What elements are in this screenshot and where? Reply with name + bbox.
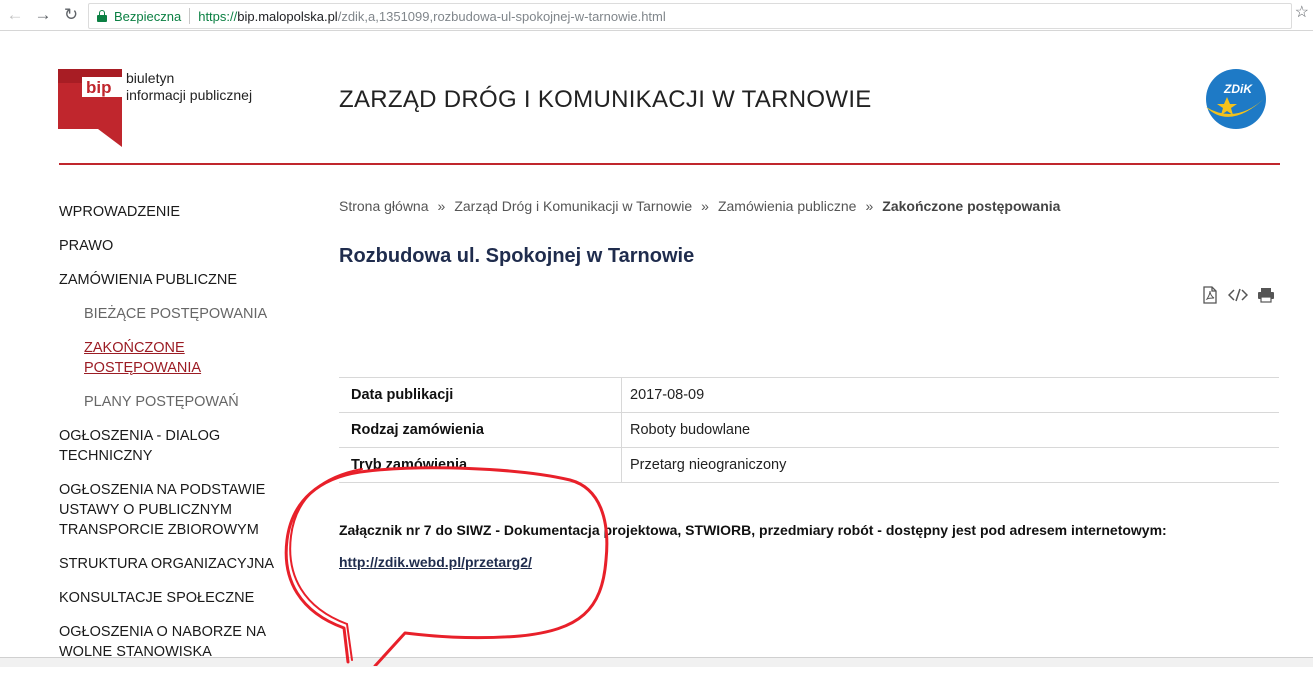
breadcrumb-separator: » [865,198,874,214]
sidebar-item-plany-postepowan[interactable]: PLANY POSTĘPOWAŃ [59,392,289,412]
breadcrumb: Strona główna » Zarząd Dróg i Komunikacji … [339,198,1060,214]
sidebar-item-nabor[interactable]: OGŁOSZENIA O NABORZE NA WOLNE STANOWISKA [59,622,289,662]
reload-icon[interactable]: ↻ [60,4,82,26]
table-row: Rodzaj zamówienia Roboty budowlane [339,412,1279,448]
article-tools [1200,285,1276,305]
bip-text-line1: biuletyn [126,70,175,86]
attachment-note: Załącznik nr 7 do SIWZ - Dokumentacja pr… [339,522,1167,538]
secure-label: Bezpieczna [114,8,182,24]
meta-value: Przetarg nieograniczony [630,457,787,473]
table-row: Tryb zamówienia Przetarg nieograniczony [339,447,1279,483]
pdf-icon[interactable] [1200,285,1220,305]
site-title[interactable]: ZARZĄD DRÓG I KOMUNIKACJI W TARNOWIE [339,86,872,114]
meta-key: Tryb zamówienia [339,447,622,483]
breadcrumb-zamowienia[interactable]: Zamówienia publiczne [718,198,857,214]
sidebar-item-struktura-organizacyjna[interactable]: STRUKTURA ORGANIZACYJNA [59,554,289,574]
sidebar-menu: WPROWADZENIE PRAWO ZAMÓWIENIA PUBLICZNE … [59,202,289,676]
breadcrumb-separator: » [701,198,709,214]
sidebar-item-konsultacje-spoleczne[interactable]: KONSULTACJE SPOŁECZNE [59,588,289,608]
breadcrumb-separator: » [437,198,446,214]
lock-icon [97,10,107,22]
bookmark-star-icon[interactable]: ☆ [1295,2,1309,22]
breadcrumb-home[interactable]: Strona główna [339,198,429,214]
meta-value: Roboty budowlane [630,422,751,438]
article-title: Rozbudowa ul. Spokojnej w Tarnowie [339,245,695,267]
sidebar-item-prawo[interactable]: PRAWO [59,236,289,256]
svg-text:ZDiK: ZDiK [1223,82,1253,96]
attachment-link[interactable]: http://zdik.webd.pl/przetarg2/ [339,554,532,570]
sidebar-item-biezace-postepowania[interactable]: BIEŻĄCE POSTĘPOWANIA [59,304,289,324]
browser-toolbar: ← → ↻ Bezpieczna https://bip.malopolska.… [0,0,1313,31]
metadata-table: Data publikacji 2017-08-09 Rodzaj zamówi… [339,377,1279,483]
table-row: Data publikacji 2017-08-09 [339,377,1279,413]
url-path: /zdik,a,1351099,rozbudowa-ul-spokojnej-w… [337,8,666,24]
sidebar-item-dialog-techniczny[interactable]: OGŁOSZENIA - DIALOG TECHNICZNY [59,426,289,466]
omnibox-divider [189,8,191,24]
embed-code-icon[interactable] [1228,285,1248,305]
url-host: bip.malopolska.pl [237,8,338,24]
sidebar-item-wprowadzenie[interactable]: WPROWADZENIE [59,202,289,222]
meta-key: Data publikacji [339,377,622,413]
sidebar-item-zamowienia-publiczne[interactable]: ZAMÓWIENIA PUBLICZNE [59,270,289,290]
svg-text:bip: bip [86,78,112,97]
url-scheme: https:// [198,8,238,24]
meta-value: 2017-08-09 [630,387,705,403]
back-arrow-icon[interactable]: ← [4,4,26,26]
meta-key: Rodzaj zamówienia [339,412,622,448]
sidebar-item-zakonczone-postepowania[interactable]: ZAKOŃCZONE POSTĘPOWANIA [59,338,289,378]
print-icon[interactable] [1256,285,1276,305]
breadcrumb-current: Zakończone postępowania [882,198,1061,214]
address-bar[interactable]: Bezpieczna https://bip.malopolska.pl/zdi… [88,3,1292,29]
sidebar-item-transport-zbiorowy[interactable]: OGŁOSZENIA NA PODSTAWIE USTAWY O PUBLICZ… [59,480,289,540]
bip-text: biuletyn informacji publicznej [126,70,252,104]
breadcrumb-zdik[interactable]: Zarząd Dróg i Komunikacji w Tarnowie [454,198,692,214]
forward-arrow-icon[interactable]: → [32,4,54,26]
zdik-logo[interactable]: ZDiK [1200,69,1270,133]
bip-text-line2: informacji publicznej [126,87,253,103]
header-divider [59,163,1280,165]
